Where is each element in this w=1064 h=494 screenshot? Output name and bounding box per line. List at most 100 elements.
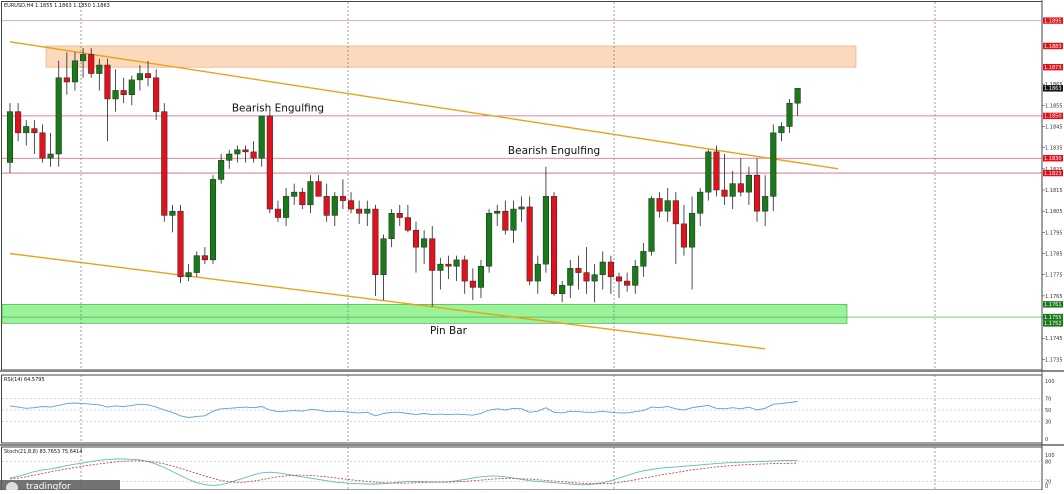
price-badge-label: 1.1823 [1044,171,1062,177]
candle-body [486,213,493,267]
candle-body [583,272,590,282]
candle-body [234,149,241,155]
candle-body [161,111,168,216]
candle-body [185,272,192,278]
candle-body [615,276,623,282]
candle-body [494,210,501,214]
candle-body [502,210,509,231]
logo-text: tradingfor [26,482,71,490]
candle-body [23,126,30,134]
candle-body [372,208,379,275]
candle-body [201,255,208,261]
candle-body [55,77,62,155]
candle-body [274,208,282,218]
rsi-tick-label: 50 [1045,408,1051,414]
candle-body [153,77,160,112]
price-tick-label: 1.1815 [1045,188,1063,194]
candle-body [177,210,184,278]
candle-body [770,132,777,197]
price-tick-label: 1.1835 [1045,146,1063,152]
price-badge-label: 1.1752 [1044,321,1062,327]
candle-body [307,181,314,206]
candle-body [607,261,614,278]
rsi-tick-label: 100 [1045,379,1055,385]
symbol-header: EURUSD,H4 1.1855 1.1863 1.1850 1.1863 [4,3,110,9]
candle-body [47,153,54,159]
candle-body [778,126,785,134]
chart-root: Bearish Engulfing Bearish Engulfing Pin Ba… [0,0,1064,494]
candle-body [104,64,111,100]
candle-body [656,198,663,212]
candle-body [404,217,411,231]
candle-body [331,196,338,216]
candle-body [144,73,152,79]
candle-body [437,263,444,271]
candle-body [412,229,420,248]
candle-body [599,261,606,275]
pattern-label: Pin Bar [430,325,468,337]
candle-body [347,200,355,210]
price-tick-label: 1.1745 [1045,336,1063,342]
candle-body [209,179,217,261]
candle-body [429,238,436,271]
candle-body [136,73,143,81]
candle-body [697,191,704,214]
candle-body [356,208,363,214]
candle-body [713,151,720,191]
candle-body [169,210,176,216]
candle-body [88,54,95,74]
candle-body [421,238,428,248]
candle-body [388,213,395,239]
candle-body [664,200,671,212]
candle-body [323,196,330,216]
candle-body [786,102,793,127]
candle-body [575,268,582,273]
candle-body [794,88,801,104]
candle-body [80,54,87,62]
candle-body [299,191,306,206]
candle-body [745,174,752,193]
stoch-tick-label: 80 [1045,460,1051,466]
candle-body [689,213,696,248]
candle-body [71,60,79,83]
price-badge-label: 1.1755 [1044,315,1062,321]
candle-body [6,111,14,163]
candle-body [469,280,476,288]
stoch-tick-label: 0 [1045,484,1048,490]
candle-body [550,196,558,295]
candle-body [112,90,119,100]
candle-body [632,265,639,286]
rsi-title: RSI(14) 64.5795 [4,377,45,383]
candle-body [510,208,517,231]
candle-body [672,200,679,225]
candle-body [39,132,46,159]
candle-body [96,64,103,74]
candle-body [680,223,688,248]
candle-body [729,183,736,197]
rsi-tick-label: 70 [1045,396,1051,402]
candle-body [705,151,712,193]
candle-body [737,183,744,193]
price-tick-label: 1.1735 [1045,357,1063,363]
candle-body [534,263,541,282]
candle-body [193,255,200,273]
pattern-label: Bearish Engulfing [232,103,324,115]
candle-body [283,196,290,218]
candle-body [63,77,70,83]
price-tick-label: 1.1765 [1045,294,1063,300]
candle-body [445,263,452,267]
candle-body [242,149,249,153]
footer-logo: tradingfor [0,480,120,494]
pattern-label: Bearish Engulfing [508,145,600,157]
price-tick-label: 1.1775 [1045,273,1063,279]
price-badge-label: 1.1863 [1044,86,1062,92]
candle-body [624,280,631,286]
candle-body [640,251,647,267]
candle-body [364,208,371,214]
price-badge-label: 1.1850 [1044,114,1062,120]
candle-body [567,268,574,286]
candle-body [453,259,460,267]
price-badge-label: 1.1830 [1044,156,1062,162]
candle-body [518,206,525,210]
rsi-tick-label: 0 [1045,437,1048,443]
